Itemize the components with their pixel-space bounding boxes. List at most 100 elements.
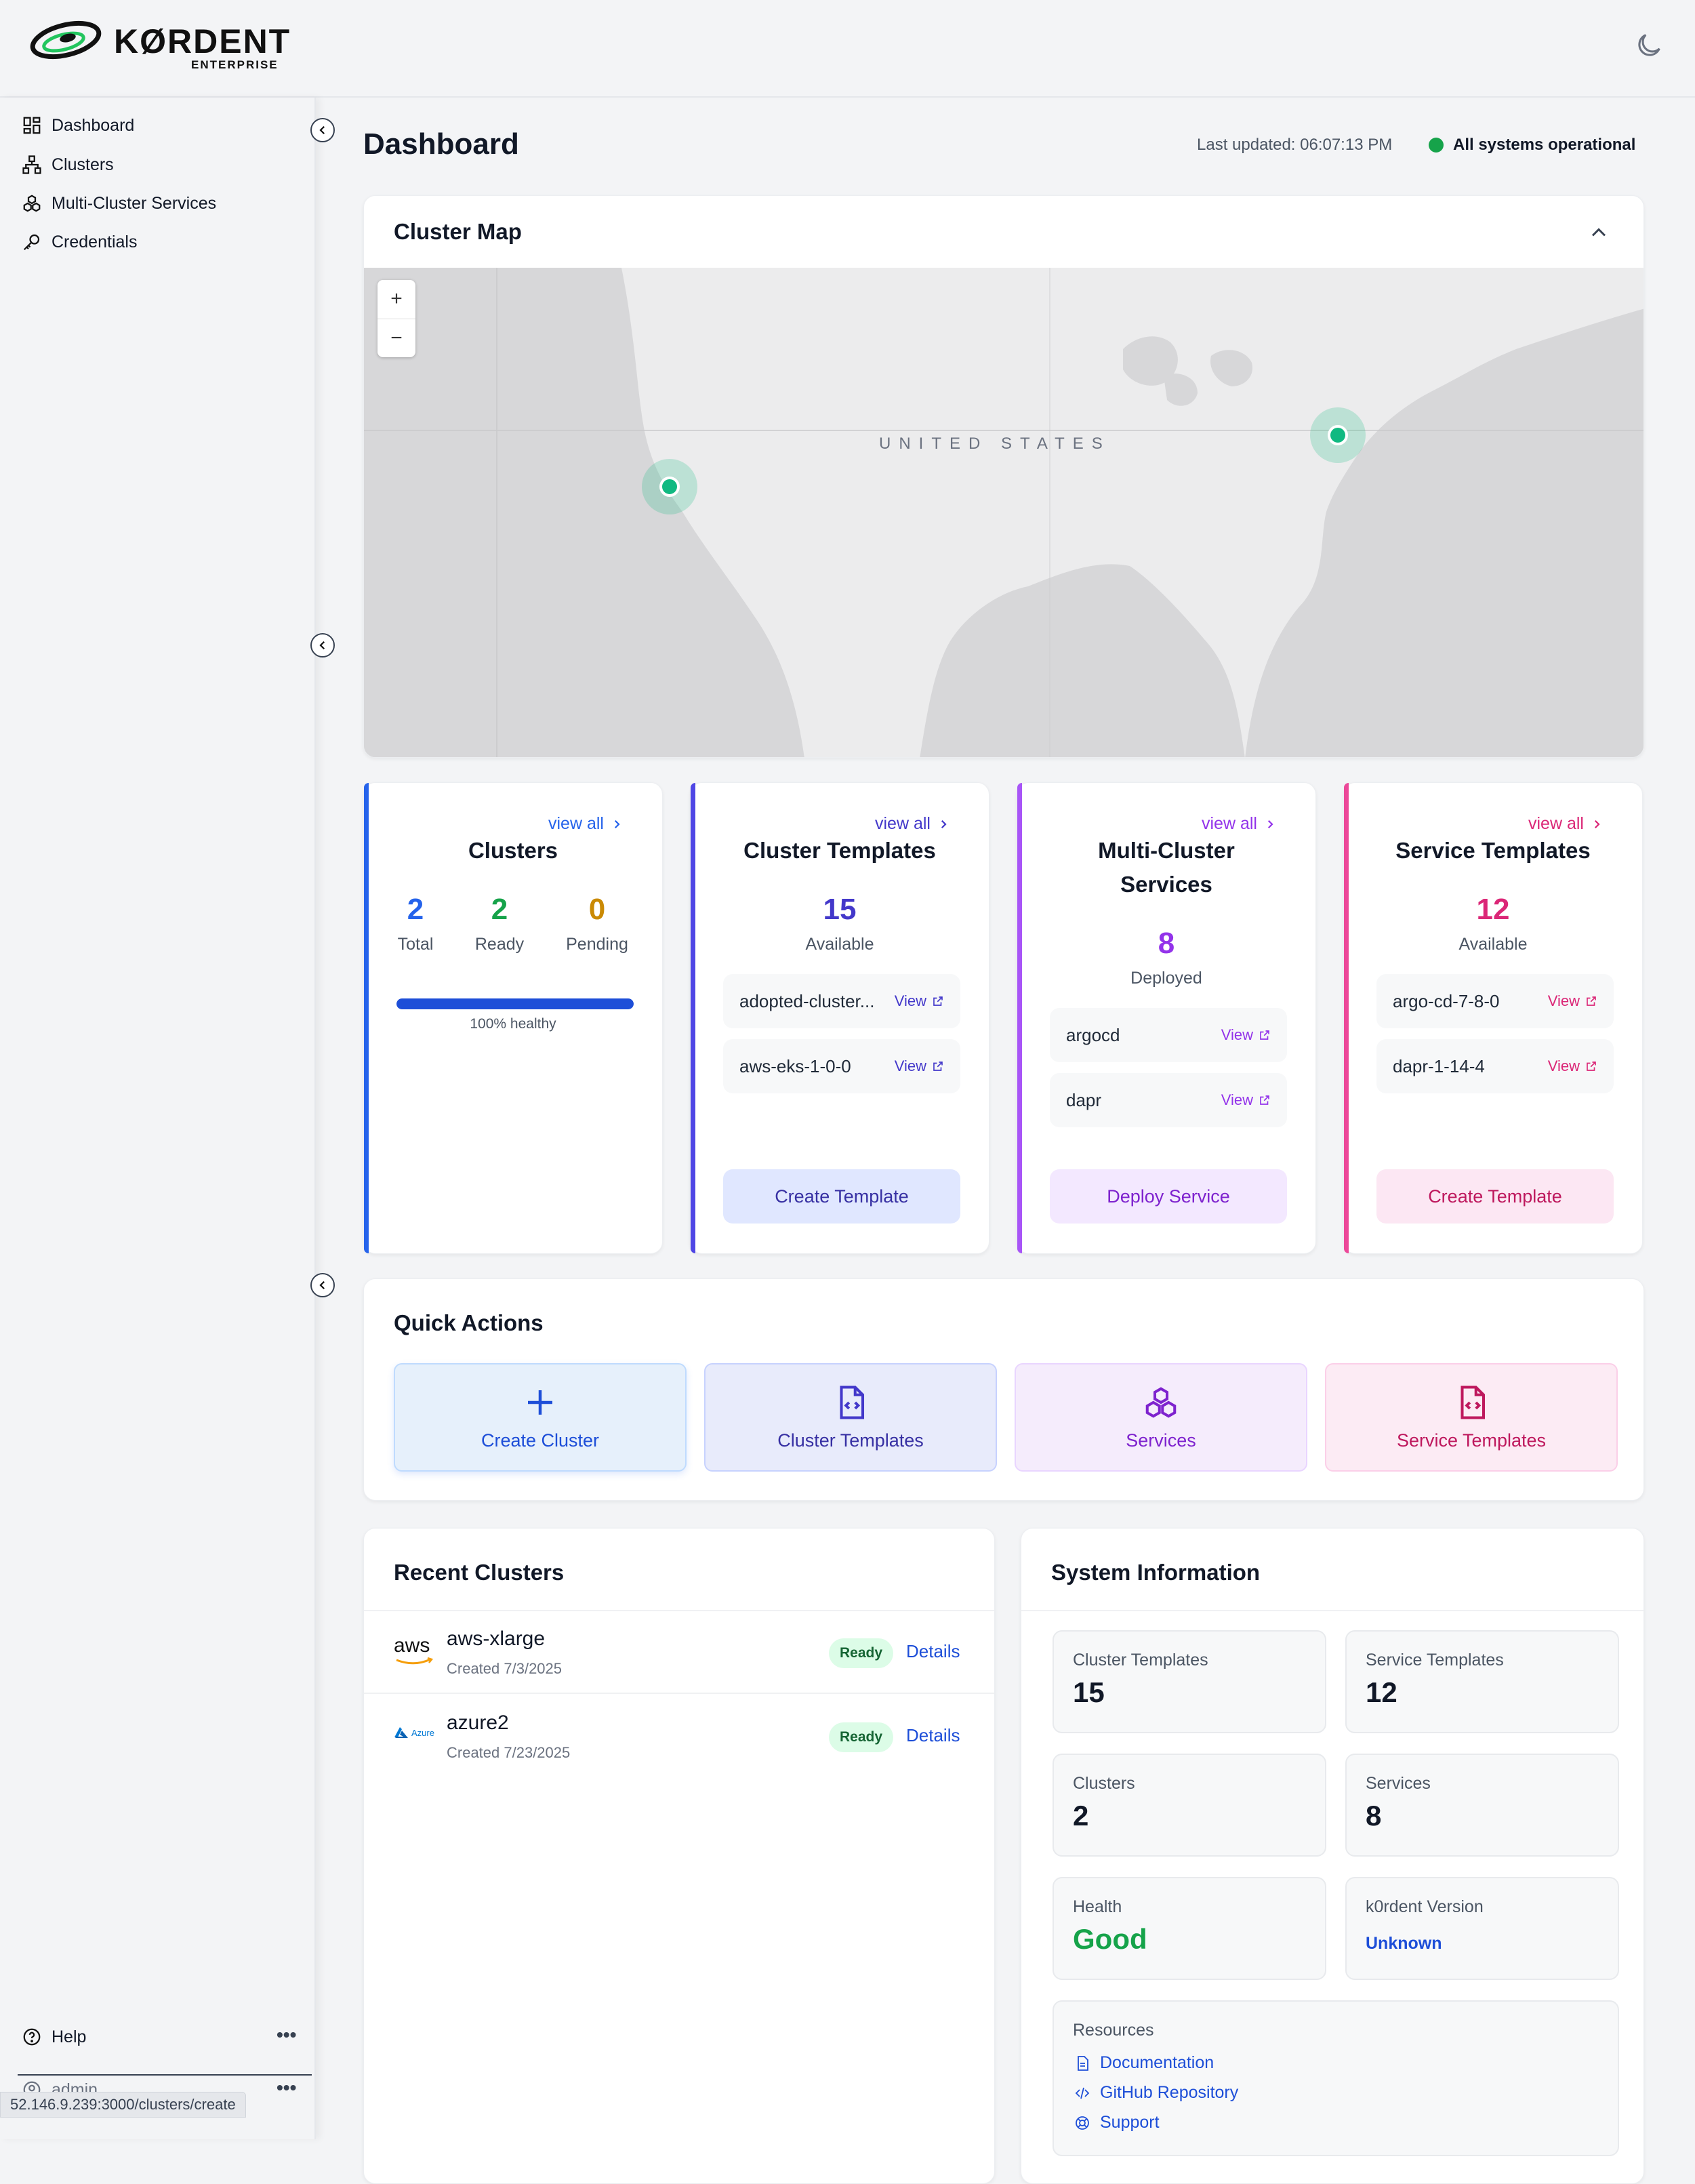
count-label: Deployed [1130,969,1202,988]
view-link[interactable]: View [895,1057,944,1075]
app-logo[interactable]: KØRDENT ENTERPRISE [30,18,289,75]
cluster-map-marker[interactable] [642,459,697,514]
info-value: 2 [1073,1800,1089,1832]
view-link[interactable]: View [1221,1091,1271,1109]
zoom-in-button[interactable]: + [377,280,415,319]
chevron-left-icon [319,1280,325,1290]
user-more-button[interactable]: ••• [277,2077,296,2099]
top-bar: KØRDENT ENTERPRISE [0,0,1695,98]
chevron-up-icon[interactable] [1587,220,1611,245]
services-button[interactable]: Services [1015,1363,1307,1472]
map-country-label: UNITED STATES [879,434,1111,453]
view-link[interactable]: View [895,992,944,1010]
count: 8 [1158,927,1175,960]
create-template-button[interactable]: Create Template [1376,1169,1614,1224]
list-item: dapr-1-14-4 View [1376,1039,1614,1093]
card-title-line1: Multi-Cluster [1098,838,1235,863]
help-more-button[interactable]: ••• [277,2024,296,2046]
clusters-icon [22,155,41,174]
create-template-button[interactable]: Create Template [723,1169,960,1224]
documentation-link[interactable]: Documentation [1074,2053,1214,2073]
cluster-name: aws-xlarge [447,1627,546,1650]
github-repository-link[interactable]: GitHub Repository [1074,2083,1238,2103]
help-label: Help [52,2027,87,2046]
view-link[interactable]: View [1221,1026,1271,1044]
sidebar-item-multi-cluster-services[interactable]: Multi-Cluster Services [22,188,216,219]
count-label: Available [805,935,874,954]
recent-clusters-title: Recent Clusters [394,1560,565,1585]
collapse-sidebar-button[interactable] [310,633,335,658]
chevron-left-icon [319,641,325,650]
table-row[interactable]: aws aws-xlarge Created 7/3/2025 Ready De… [364,1611,994,1694]
view-link[interactable]: View [1548,1057,1597,1075]
cluster-templates-view-all-link[interactable]: view all [875,814,949,834]
link-label: GitHub Repository [1100,2083,1239,2102]
resources-label: Resources [1073,2021,1154,2040]
system-status: All systems operational [1429,136,1635,155]
sidebar-item-label: Multi-Cluster Services [52,193,217,213]
sidebar-item-clusters[interactable]: Clusters [22,149,114,180]
view-label: View [894,1057,926,1074]
map-zoom-controls: + − [377,280,415,357]
sidebar-item-label: Credentials [52,232,138,251]
key-icon [23,234,40,251]
sidebar-item-label: Clusters [52,155,114,174]
info-label: Health [1073,1897,1122,1916]
list-item: dapr View [1050,1073,1287,1127]
quick-action-label: Cluster Templates [777,1430,924,1451]
sidebar-item-credentials[interactable]: Credentials [22,226,137,258]
list-item: adopted-cluster... View [723,974,960,1028]
cluster-templates-stat-card: view all Cluster Templates 15 Available … [690,782,989,1254]
count: 15 [823,893,857,926]
sidebar-help[interactable]: Help [22,2027,86,2047]
info-value: Good [1073,1923,1147,1955]
cluster-map-card: Cluster Map + − UNITED STATES [363,195,1644,758]
table-row[interactable]: Azure azure2 Created 7/23/2025 Ready Det… [364,1695,994,1778]
theme-toggle-button[interactable] [1633,30,1665,61]
support-link[interactable]: Support [1074,2113,1160,2132]
dashboard-icon [23,117,41,134]
collapse-sidebar-button[interactable] [310,1273,335,1297]
last-updated: Last updated: 06:07:13 PM [1197,136,1393,154]
document-icon [1078,2055,1088,2071]
list-item: aws-eks-1-0-0 View [723,1039,960,1093]
sidebar-item-dashboard[interactable]: Dashboard [22,110,134,141]
status-badge: Ready [829,1722,894,1752]
cluster-map[interactable]: + − UNITED STATES [364,268,1643,757]
services-icon [23,195,41,212]
info-value: 15 [1073,1676,1105,1708]
service-templates-view-all-link[interactable]: view all [1528,814,1603,834]
collapse-sidebar-button[interactable] [310,118,335,142]
details-link[interactable]: Details [906,1725,960,1746]
moon-icon [1638,34,1660,56]
status-text: All systems operational [1453,136,1636,154]
cluster-templates-button[interactable]: Cluster Templates [704,1363,997,1472]
view-link[interactable]: View [1548,992,1597,1010]
chevron-right-icon [614,820,620,828]
details-link[interactable]: Details [906,1641,960,1662]
chevron-right-icon [941,820,947,828]
services-view-all-link[interactable]: view all [1202,814,1276,834]
quick-action-label: Create Cluster [481,1430,600,1451]
clusters-view-all-link[interactable]: view all [548,814,623,834]
file-code-icon [840,1385,865,1419]
service-templates-button[interactable]: Service Templates [1325,1363,1618,1472]
card-title: Service Templates [1395,838,1591,863]
clusters-stat-card: view all Clusters 2 Total 2 Ready 0 Pend… [363,782,663,1254]
map-land [364,268,1643,757]
cluster-created: Created 7/3/2025 [447,1660,563,1677]
deploy-service-button[interactable]: Deploy Service [1050,1169,1287,1224]
cluster-map-marker[interactable] [1310,407,1366,463]
info-services: Services 8 [1345,1754,1619,1857]
external-link-icon [1260,1030,1269,1040]
recent-clusters-card: Recent Clusters aws aws-xlarge Created 7… [363,1528,995,2184]
info-label: Service Templates [1366,1651,1504,1670]
zoom-out-button[interactable]: − [377,319,415,358]
card-title: Cluster Templates [743,838,936,863]
view-all-label: view all [548,814,604,833]
create-cluster-button[interactable]: Create Cluster [394,1363,687,1472]
list-item: argo-cd-7-8-0 View [1376,974,1614,1028]
external-link-icon [1260,1095,1269,1105]
view-label: View [1221,1026,1253,1043]
chevron-right-icon [1594,820,1600,828]
